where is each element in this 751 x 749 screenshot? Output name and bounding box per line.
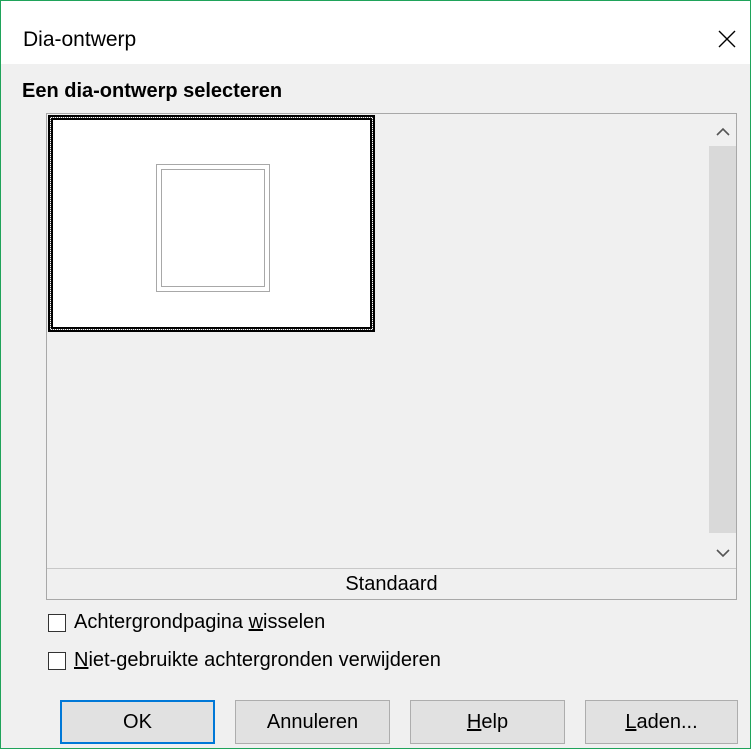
close-icon (718, 30, 736, 48)
scroll-up-button[interactable] (709, 116, 736, 146)
swap-background-label: Achtergrondpagina wisselen (74, 611, 326, 633)
section-label: Een dia-ontwerp selecteren (22, 80, 283, 102)
swap-background-checkbox[interactable] (48, 613, 66, 632)
design-caption: Standaard (47, 568, 736, 599)
slide-preview (156, 164, 270, 292)
close-button[interactable] (704, 19, 750, 59)
title-bar: Dia-ontwerp (1, 1, 750, 64)
dialog-title: Dia-ontwerp (23, 28, 137, 51)
dialog-window: Dia-ontwerp Een dia-ontwerp selecteren S… (0, 0, 751, 749)
delete-unused-option[interactable]: Niet-gebruikte achtergronden verwijderen (48, 649, 441, 672)
delete-unused-label: Niet-gebruikte achtergronden verwijderen (74, 649, 441, 671)
chevron-up-icon (715, 127, 730, 136)
delete-unused-checkbox[interactable] (48, 651, 66, 670)
ok-button[interactable]: OK (60, 700, 215, 744)
swap-background-option[interactable]: Achtergrondpagina wisselen (48, 611, 325, 634)
design-list: Standaard (46, 113, 737, 600)
load-button[interactable]: Laden... (585, 700, 738, 744)
cancel-button[interactable]: Annuleren (235, 700, 390, 744)
vertical-scrollbar[interactable] (709, 114, 736, 568)
scroll-down-button[interactable] (709, 538, 736, 568)
scroll-thumb[interactable] (709, 146, 736, 533)
design-thumbnail-standaard[interactable] (48, 115, 375, 332)
help-button[interactable]: Help (410, 700, 565, 744)
chevron-down-icon (715, 548, 730, 557)
